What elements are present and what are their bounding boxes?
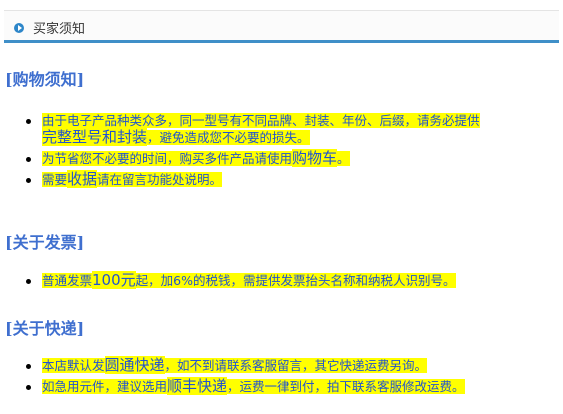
note-text: 请在留言功能处说明。 bbox=[97, 172, 223, 187]
note-text: 需要 bbox=[42, 172, 68, 187]
note-text: ，运费一律到付，拍下联系客服修改运费。 bbox=[227, 379, 465, 394]
section-title-invoice: [关于发票] bbox=[5, 233, 85, 252]
list-item: 本店默认发圆通快递，如不到请联系客服留言，其它快递运费另询。 bbox=[22, 356, 552, 374]
panel-header: 买家须知 bbox=[4, 10, 559, 43]
note-text: ，避免造成您不必要的损失。 bbox=[147, 130, 310, 145]
note-emphasis: 收据 bbox=[67, 170, 98, 188]
section-title-delivery: [关于快递] bbox=[5, 319, 85, 338]
panel-title: 买家须知 bbox=[33, 22, 86, 37]
note-emphasis: 购物车 bbox=[292, 149, 338, 167]
note-emphasis: 顺丰快递 bbox=[167, 377, 228, 395]
invoice-notes-list: 普通发票100元起，加6%的税钱，需提供发票抬头名称和纳税人识别号。 bbox=[22, 271, 552, 289]
note-text: 由于电子产品种类众多，同一型号有不同品牌、封装、年份、后缀，请务必提供 bbox=[42, 113, 480, 128]
note-emphasis: 100元 bbox=[92, 271, 136, 289]
note-text: 起，加6%的税钱，需提供发票抬头名称和纳税人识别号。 bbox=[135, 273, 456, 288]
delivery-notes-list: 本店默认发圆通快递，如不到请联系客服留言，其它快递运费另询。 如急用元件，建议选… bbox=[22, 356, 552, 395]
list-item: 由于电子产品种类众多，同一型号有不同品牌、封装、年份、后缀，请务必提供 完整型号… bbox=[22, 112, 552, 146]
note-text: 。 bbox=[337, 151, 350, 166]
note-emphasis: 圆通快递 bbox=[104, 356, 165, 374]
note-text: 普通发票 bbox=[42, 273, 93, 288]
list-item: 为节省您不必要的时间，购买多件产品请使用购物车。 bbox=[22, 149, 552, 167]
shopping-notes-list: 由于电子产品种类众多，同一型号有不同品牌、封装、年份、后缀，请务必提供 完整型号… bbox=[22, 112, 552, 188]
note-text: 为节省您不必要的时间，购买多件产品请使用 bbox=[42, 151, 293, 166]
note-text: 本店默认发 bbox=[42, 358, 105, 373]
note-text: 如急用元件，建议选用 bbox=[42, 379, 168, 394]
note-emphasis: 完整型号和封装 bbox=[42, 128, 148, 146]
play-icon bbox=[14, 23, 24, 33]
list-item: 普通发票100元起，加6%的税钱，需提供发票抬头名称和纳税人识别号。 bbox=[22, 271, 552, 289]
list-item: 如急用元件，建议选用顺丰快递，运费一律到付，拍下联系客服修改运费。 bbox=[22, 377, 552, 395]
note-text: ，如不到请联系客服留言，其它快递运费另询。 bbox=[164, 358, 428, 373]
list-item: 需要收据请在留言功能处说明。 bbox=[22, 170, 552, 188]
section-title-shopping: [购物须知] bbox=[5, 70, 85, 89]
